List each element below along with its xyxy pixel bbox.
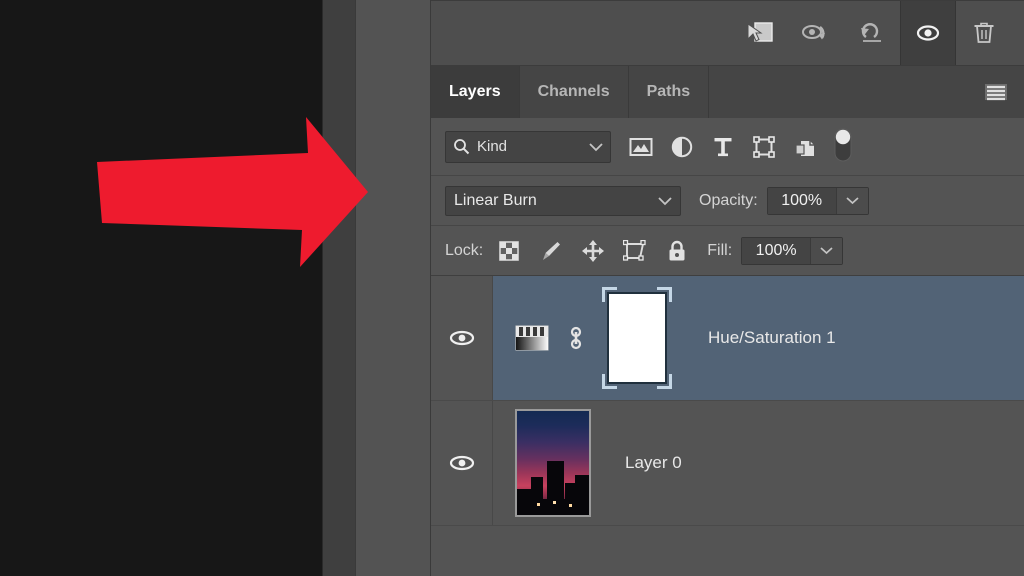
lock-label: Lock: (445, 241, 484, 259)
filter-kind-label: Kind (477, 138, 508, 155)
mask-selection-corner-tl (602, 287, 617, 302)
opacity-value[interactable]: 100% (767, 187, 836, 214)
last-document-state-icon[interactable] (788, 1, 844, 65)
layer-name-label[interactable]: Layer 0 (625, 453, 682, 473)
city-light (553, 501, 556, 504)
toggle-visibility-icon[interactable] (900, 1, 956, 65)
tab-layers[interactable]: Layers (431, 66, 520, 118)
layer-row-layer-0[interactable]: Layer 0 (431, 401, 1024, 526)
tab-channels[interactable]: Channels (519, 66, 629, 118)
layer-row-body[interactable]: Layer 0 (493, 401, 1024, 525)
lock-artboard-icon[interactable] (623, 239, 647, 263)
opacity-label: Opacity: (699, 191, 758, 209)
filter-kind-dropdown[interactable]: Kind (445, 130, 611, 163)
apply-layer-comp-icon[interactable] (732, 1, 788, 65)
tab-channels-label: Channels (537, 83, 610, 100)
blend-mode-dropdown[interactable]: Linear Burn (445, 185, 681, 216)
lock-position-icon[interactable] (581, 239, 605, 263)
chevron-down-icon (589, 142, 603, 151)
fill-chevron-down-icon[interactable] (810, 237, 843, 264)
layer-name-label[interactable]: Hue/Saturation 1 (708, 328, 836, 348)
lock-transparent-pixels-icon[interactable] (497, 239, 521, 263)
type-filter-icon[interactable] (711, 135, 735, 159)
tab-paths[interactable]: Paths (628, 66, 710, 118)
red-pointer-arrow (97, 117, 368, 267)
lock-row: Lock: Fill: 100% (431, 226, 1024, 276)
layer-mask-thumbnail[interactable] (602, 287, 672, 389)
hue-saturation-adjustment-icon[interactable] (515, 323, 549, 353)
mask-selection-corner-br (657, 374, 672, 389)
mask-selection-corner-tr (657, 287, 672, 302)
tab-layers-label: Layers (449, 83, 501, 100)
layer-row-body[interactable]: Hue/Saturation 1 (493, 276, 1024, 400)
shape-filter-icon[interactable] (752, 135, 776, 159)
fill-label: Fill: (707, 241, 733, 259)
filter-toggle-switch[interactable] (833, 127, 853, 167)
eye-icon (449, 330, 474, 346)
opacity-chevron-down-icon[interactable] (835, 187, 868, 214)
layer-mask-link-icon[interactable] (564, 323, 588, 353)
smart-object-filter-icon[interactable] (793, 135, 817, 159)
layer-visibility-toggle[interactable] (431, 276, 493, 400)
city-light (537, 503, 540, 506)
layers-panel-empty-area (431, 546, 1024, 576)
filter-type-icons (629, 135, 817, 159)
revert-icon[interactable] (844, 1, 900, 65)
layer-thumbnail[interactable] (515, 409, 591, 517)
chevron-down-icon (658, 196, 672, 205)
layer-filter-row: Kind (431, 118, 1024, 176)
layers-panel: Layers Channels Paths Kind Linear Burn O… (431, 0, 1024, 576)
tab-paths-label: Paths (646, 83, 691, 100)
delete-icon[interactable] (956, 1, 1012, 65)
vertical-scrollbar-track[interactable] (322, 0, 673, 576)
tab-strip-filler (709, 66, 968, 118)
document-canvas[interactable] (0, 0, 322, 576)
lock-all-icon[interactable] (665, 239, 689, 263)
city-light (569, 504, 572, 507)
pixel-filter-icon[interactable] (629, 135, 653, 159)
lock-image-pixels-icon[interactable] (539, 239, 563, 263)
panel-tab-strip: Layers Channels Paths (431, 66, 1024, 118)
adjustment-filter-icon[interactable] (670, 135, 694, 159)
search-icon (454, 139, 470, 155)
layer-comps-toolbar (431, 0, 1024, 66)
blend-mode-value: Linear Burn (454, 191, 537, 209)
layer-list: Hue/Saturation 1 Layer 0 (431, 276, 1024, 526)
fill-value[interactable]: 100% (742, 237, 811, 264)
eye-icon (449, 455, 474, 471)
mask-selection-corner-bl (602, 374, 617, 389)
layer-visibility-toggle[interactable] (431, 401, 493, 525)
panel-dock-gutter (355, 0, 718, 576)
opacity-field[interactable]: 100% (766, 186, 869, 215)
fill-field[interactable]: 100% (741, 236, 844, 265)
lock-icons-group (497, 239, 689, 263)
layer-row-hue-saturation[interactable]: Hue/Saturation 1 (431, 276, 1024, 401)
blend-mode-row: Linear Burn Opacity: 100% (431, 176, 1024, 226)
layer-mask-white-fill (607, 292, 667, 384)
hamburger-menu-icon[interactable] (968, 66, 1024, 118)
